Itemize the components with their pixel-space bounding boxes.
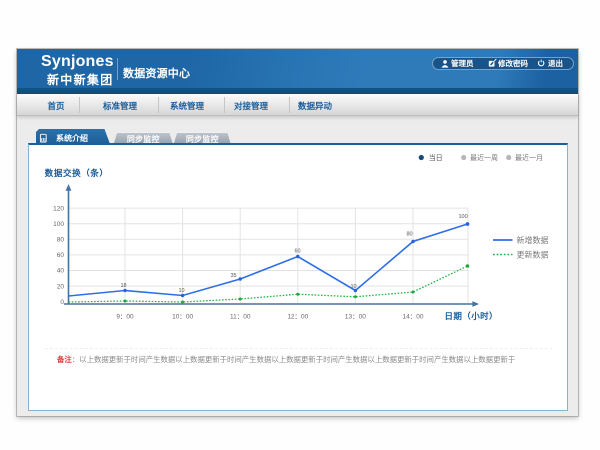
svg-text:60: 60 [295,249,301,255]
svg-text:35: 35 [231,273,237,279]
svg-text:13：00: 13：00 [345,314,366,321]
svg-text:60: 60 [57,252,65,259]
svg-text:80: 80 [407,232,413,238]
svg-text:100: 100 [459,214,468,220]
svg-text:10: 10 [351,284,357,290]
svg-text:14：00: 14：00 [403,314,424,321]
svg-text:最近一月: 最近一月 [515,153,543,162]
svg-text:备注：以上数据更新于时间产生数据以上数据更新于时间产生数据以: 备注：以上数据更新于时间产生数据以上数据更新于时间产生数据以上数据更新于时间产生… [56,355,515,364]
svg-text:10：00: 10：00 [172,314,193,321]
svg-text:20: 20 [57,283,65,290]
svg-text:100: 100 [53,221,64,228]
svg-text:新增数据: 新增数据 [517,235,549,245]
svg-text:0: 0 [60,299,64,306]
svg-text:数据交换（条）: 数据交换（条） [45,168,109,178]
svg-text:最近一周: 最近一周 [470,153,498,162]
svg-text:10: 10 [179,288,185,294]
svg-text:9：00: 9：00 [116,314,134,321]
svg-text:更新数据: 更新数据 [517,249,549,259]
svg-text:日期（小时）: 日期（小时） [445,311,498,321]
svg-text:11：00: 11：00 [230,314,251,321]
svg-text:12：00: 12：00 [287,314,308,321]
svg-text:当日: 当日 [429,153,443,162]
svg-text:120: 120 [53,205,64,212]
svg-text:40: 40 [57,268,65,275]
svg-text:80: 80 [57,237,65,244]
svg-text:18: 18 [121,283,127,289]
